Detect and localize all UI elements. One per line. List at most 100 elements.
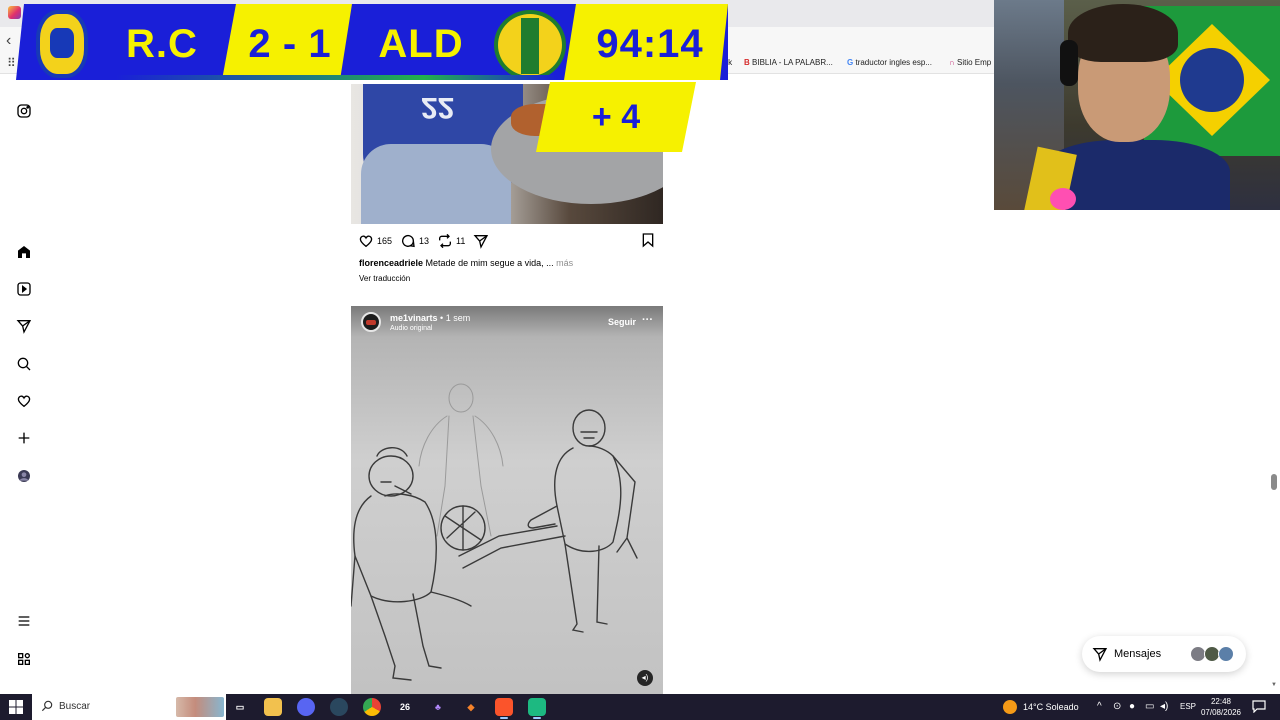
tray-app-icon[interactable]: ⊙ xyxy=(1113,701,1121,712)
bookmark-sitio-label: Sitio Emp xyxy=(957,58,992,67)
chrome-icon[interactable] xyxy=(363,698,381,716)
sketch-illustration xyxy=(351,383,638,681)
comment-button[interactable]: 13 xyxy=(400,233,429,249)
brave-icon[interactable] xyxy=(495,698,513,719)
repost-count: 11 xyxy=(456,236,466,246)
like-button[interactable]: 165 xyxy=(358,233,392,249)
bookmark-sitio[interactable]: ∩ Sitio Emp xyxy=(949,58,991,67)
headset xyxy=(1060,40,1078,86)
microphone xyxy=(1050,188,1076,210)
search-icon[interactable] xyxy=(14,354,34,374)
app-orange-icon[interactable]: ◆ xyxy=(462,698,480,716)
search-icon xyxy=(41,700,53,712)
app-green-icon[interactable] xyxy=(528,698,546,719)
away-team: ALD xyxy=(378,22,464,66)
instagram-icon[interactable] xyxy=(14,101,34,121)
google-g-icon: G xyxy=(847,58,854,67)
weather-text[interactable]: 14°C Soleado xyxy=(1023,702,1079,712)
jersey-number: 22 xyxy=(421,91,455,124)
save-button[interactable] xyxy=(640,232,656,248)
windows-start-icon[interactable] xyxy=(9,700,23,714)
reel-author[interactable]: me1vinarts • 1 sem xyxy=(390,313,470,323)
send-icon xyxy=(473,235,489,249)
messages-label: Mensajes xyxy=(1114,648,1162,660)
aldosivi-crest xyxy=(494,10,566,80)
apps-grid-icon[interactable] xyxy=(14,649,34,669)
bookmark-biblia[interactable]: B BIBLIA - LA PALABR... xyxy=(744,58,833,67)
home-team: R.C xyxy=(126,22,198,66)
reel-author-avatar[interactable] xyxy=(361,312,381,332)
reel-username[interactable]: me1vinarts xyxy=(390,313,438,323)
see-translation-link[interactable]: Ver traducción xyxy=(359,274,410,283)
avatar[interactable] xyxy=(14,466,34,486)
rosario-central-crest xyxy=(36,10,88,78)
notification-icon[interactable] xyxy=(1252,700,1266,713)
task-view-icon[interactable]: ▭ xyxy=(231,698,249,716)
back-icon[interactable]: ‹ xyxy=(6,32,11,50)
heart-icon[interactable] xyxy=(14,391,34,411)
match-clock: 94:14 xyxy=(596,22,704,66)
sound-toggle-icon[interactable]: ◂) xyxy=(637,670,653,686)
more-options-icon[interactable]: ··· xyxy=(642,314,653,326)
caption-more-link[interactable]: más xyxy=(556,258,573,268)
comment-icon xyxy=(402,235,415,248)
reel-audio-link[interactable]: Audio original xyxy=(390,325,432,332)
webcam-feed xyxy=(994,0,1280,210)
taskbar-search[interactable]: Buscar xyxy=(32,694,226,720)
magnet-icon: ∩ xyxy=(949,58,955,67)
app-purple-icon[interactable]: ♣ xyxy=(429,698,447,716)
brazil-flag-globe xyxy=(1180,48,1244,112)
page-scrollbar-thumb[interactable] xyxy=(1271,474,1277,490)
share-button[interactable] xyxy=(473,233,492,249)
bookmark-apps-icon[interactable]: ⠿ xyxy=(7,56,16,70)
added-time: + 4 xyxy=(591,98,641,136)
away-score: 1 xyxy=(308,22,332,66)
bookmark-translator-label: traductor ingles esp... xyxy=(855,58,932,67)
repost-icon xyxy=(439,233,452,249)
microphone-icon[interactable]: ● xyxy=(1129,701,1135,712)
scoreboard-overlay: R.C 2 - 1 ALD 94:14 xyxy=(16,4,728,84)
post-caption: florenceadriele Metade de mim segue a vi… xyxy=(359,258,573,268)
app-26-icon[interactable]: 26 xyxy=(396,698,414,716)
person-jeans xyxy=(361,144,511,224)
repost-button[interactable]: 11 xyxy=(437,233,465,249)
bookmark-icon xyxy=(642,233,654,248)
bible-b-icon: B xyxy=(744,58,750,67)
network-icon[interactable]: ▭ xyxy=(1145,701,1154,712)
discord-icon[interactable] xyxy=(297,698,315,716)
added-time-panel: + 4 xyxy=(536,82,696,152)
screen: ▭ ⛉ ▲ ‹ ⠿ Kick B BIBLIA - LA PALABR... G… xyxy=(0,0,1280,720)
home-icon[interactable] xyxy=(14,242,34,262)
clock-date: 07/08/2026 xyxy=(1200,708,1242,717)
streamer-hair xyxy=(1068,4,1178,62)
weather-sun-icon[interactable] xyxy=(1003,700,1017,714)
caption-username[interactable]: florenceadriele xyxy=(359,258,423,268)
crest-stripe xyxy=(521,18,539,74)
tray-chevron-icon[interactable]: ^ xyxy=(1097,701,1102,712)
scroll-down-arrow-icon[interactable]: ▼ xyxy=(1271,682,1277,688)
heart-icon xyxy=(359,235,373,248)
volume-icon[interactable]: ◂) xyxy=(1160,701,1168,712)
like-count: 165 xyxy=(377,236,393,246)
messages-button[interactable]: Mensajes xyxy=(1082,636,1246,672)
reels-icon[interactable] xyxy=(14,279,34,299)
comment-count: 13 xyxy=(419,236,430,246)
windows-taskbar: Buscar ▭ 26 ♣ ◆ 14°C Soleado ^ ⊙ ● ▭ ◂) … xyxy=(0,694,1280,720)
search-highlight-image xyxy=(176,697,224,717)
send-icon xyxy=(1092,648,1108,662)
reel-time: • 1 sem xyxy=(440,313,471,323)
send-icon[interactable] xyxy=(14,316,34,336)
menu-icon[interactable] xyxy=(14,611,34,631)
file-explorer-icon[interactable] xyxy=(264,698,282,716)
bookmark-biblia-label: BIBLIA - LA PALABR... xyxy=(752,58,833,67)
message-avatar xyxy=(1218,646,1234,662)
follow-button[interactable]: Seguir xyxy=(608,317,636,327)
home-score: 2 xyxy=(248,22,272,66)
system-clock[interactable]: 22:48 07/08/2026 xyxy=(1198,696,1244,718)
bookmark-translator[interactable]: G traductor ingles esp... xyxy=(847,58,932,67)
steam-icon[interactable] xyxy=(330,698,348,716)
post-actions: 165 13 11 xyxy=(358,232,500,250)
language-indicator[interactable]: ESP xyxy=(1180,702,1196,711)
plus-icon[interactable] xyxy=(14,428,34,448)
reel-video[interactable]: me1vinarts • 1 sem Audio original Seguir… xyxy=(351,306,663,694)
